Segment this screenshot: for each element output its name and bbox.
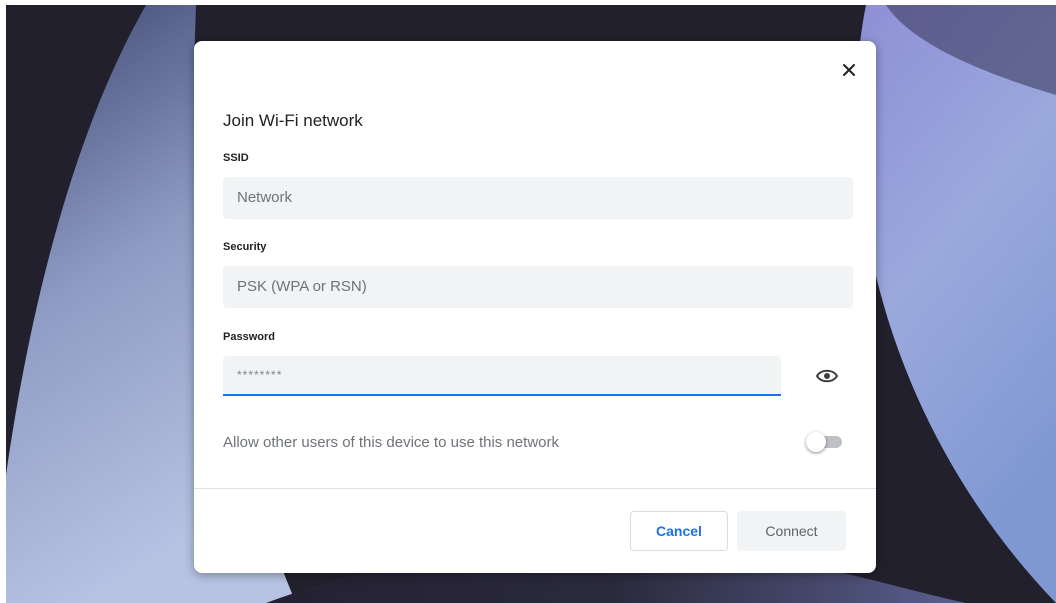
share-network-toggle[interactable] [806, 432, 846, 452]
password-input[interactable]: ******** [223, 356, 781, 396]
share-network-label: Allow other users of this device to use … [223, 434, 559, 451]
join-wifi-dialog: Join Wi-Fi network SSID Network Security… [194, 41, 876, 573]
security-label: Security [223, 241, 267, 253]
dialog-title: Join Wi-Fi network [223, 111, 363, 130]
ssid-label: SSID [223, 152, 249, 164]
screen: Join Wi-Fi network SSID Network Security… [0, 0, 1056, 603]
eye-icon [815, 369, 839, 383]
password-label: Password [223, 331, 275, 343]
show-password-button[interactable] [814, 366, 840, 386]
cancel-button[interactable]: Cancel [630, 511, 728, 551]
security-select[interactable]: PSK (WPA or RSN) [223, 266, 853, 308]
connect-button[interactable]: Connect [737, 511, 846, 551]
close-icon [843, 64, 855, 76]
toggle-knob [806, 432, 826, 452]
footer-divider [194, 488, 876, 489]
close-button[interactable] [836, 57, 862, 83]
ssid-input[interactable]: Network [223, 177, 853, 219]
